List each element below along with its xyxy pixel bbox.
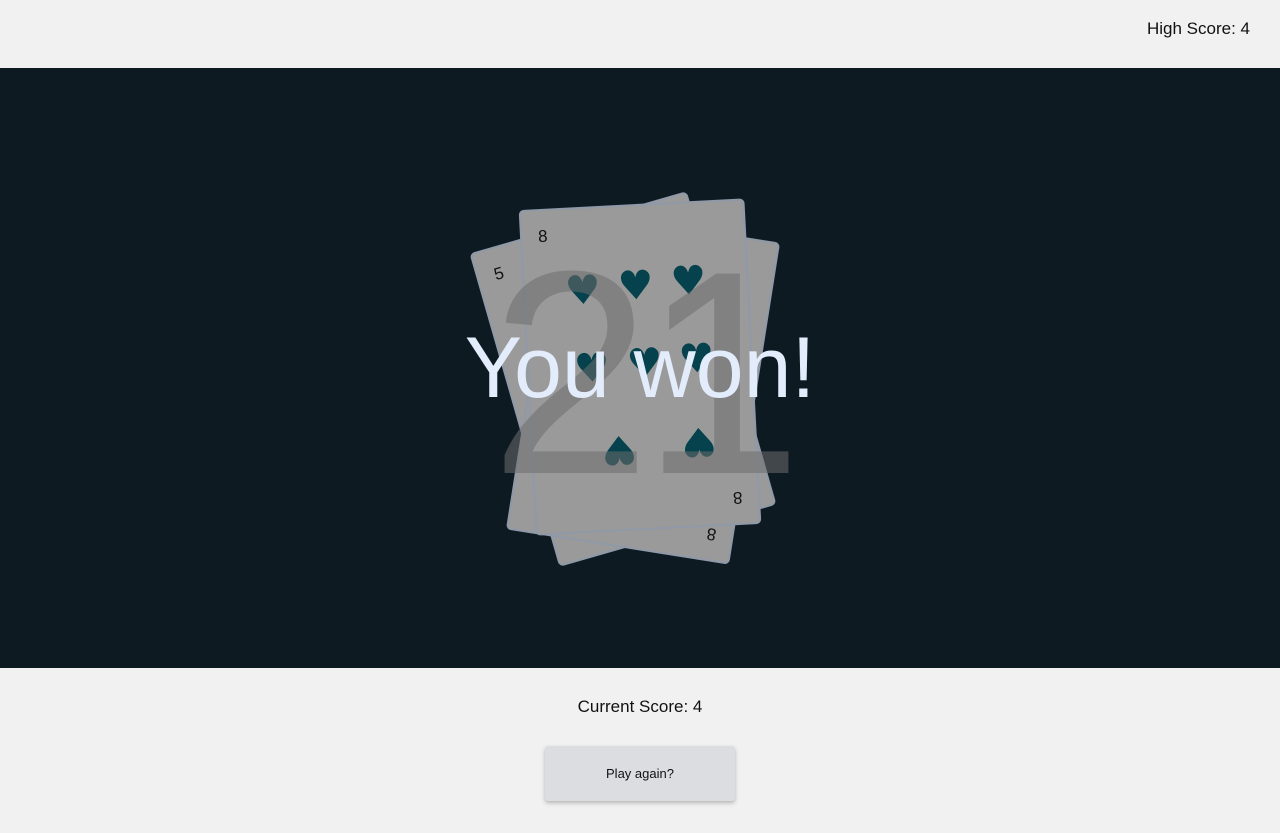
play-again-button[interactable]: Play again? bbox=[545, 746, 735, 801]
top-bar: High Score: 4 bbox=[0, 0, 1280, 68]
current-score: Current Score: 4 bbox=[577, 697, 703, 716]
game-board: 5 5 8 8 8 8 ♥ ♥ ♥ ♥ ♥ ♥ ♥ ♥ 21 You won! bbox=[0, 68, 1280, 668]
result-message: You won! bbox=[464, 320, 816, 416]
high-score: High Score: 4 bbox=[1147, 19, 1250, 38]
